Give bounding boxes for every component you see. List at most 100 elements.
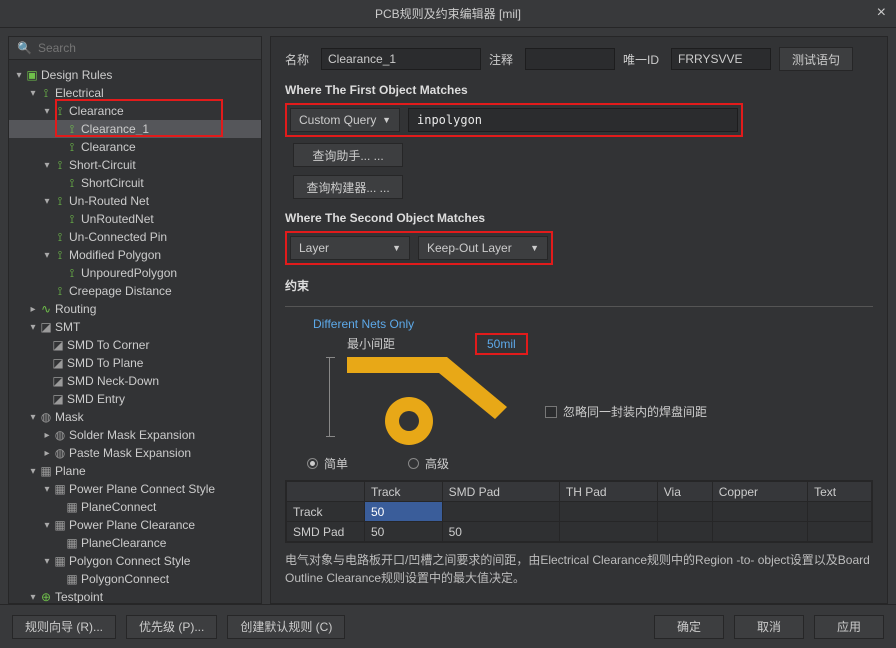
grid-cell[interactable]: [808, 502, 872, 522]
tree-plane[interactable]: ▾▦Plane: [9, 462, 261, 480]
chevron-down-icon: ▼: [530, 243, 539, 253]
dimension-line: [329, 357, 337, 437]
tree-smd-plane[interactable]: ◪SMD To Plane: [9, 354, 261, 372]
tree-short[interactable]: ▾⟟Short-Circuit: [9, 156, 261, 174]
radio-icon: [307, 458, 318, 469]
rule-wizard-button[interactable]: 规则向导 (R)...: [12, 615, 116, 639]
tree-polygonconnect[interactable]: ▦PolygonConnect: [9, 570, 261, 588]
grid-cell[interactable]: [808, 522, 872, 542]
leaf-icon: ◍: [53, 446, 67, 460]
tree-mask[interactable]: ▾◍Mask: [9, 408, 261, 426]
leaf-icon: ▦: [53, 518, 67, 532]
leaf-icon: ⟟: [65, 212, 79, 227]
grid-cell[interactable]: [657, 502, 712, 522]
ignore-checkbox[interactable]: [545, 406, 557, 418]
tree-planeconnect[interactable]: ▦PlaneConnect: [9, 498, 261, 516]
tree-solder-mask[interactable]: ▸◍Solder Mask Expansion: [9, 426, 261, 444]
uid-label: 唯一ID: [623, 51, 663, 68]
grid-row-label: Track: [287, 502, 365, 522]
tree-creepage[interactable]: ⟟Creepage Distance: [9, 282, 261, 300]
comment-input[interactable]: [525, 48, 615, 70]
second-match-mode[interactable]: Layer▼: [290, 236, 410, 260]
leaf-icon: ▦: [53, 482, 67, 496]
tree-unconnected[interactable]: ⟟Un-Connected Pin: [9, 228, 261, 246]
query-builder-button[interactable]: 查询构建器... ...: [293, 175, 403, 199]
grid-header: Track: [365, 482, 443, 502]
name-input[interactable]: [321, 48, 481, 70]
leaf-icon: ◍: [53, 428, 67, 442]
grid-cell[interactable]: [442, 502, 559, 522]
grid-cell[interactable]: 50: [365, 502, 443, 522]
search-box[interactable]: 🔍: [9, 37, 261, 60]
uid-input[interactable]: [671, 48, 771, 70]
create-defaults-button[interactable]: 创建默认规则 (C): [227, 615, 345, 639]
tree-unroutednet[interactable]: ⟟UnRoutedNet: [9, 210, 261, 228]
right-panel: 名称 注释 唯一ID 测试语句 Where The First Object M…: [270, 36, 888, 604]
clearance-visual: 最小间距 50mil 忽略同一封装内的焊盘间距: [305, 335, 873, 445]
tree-ppc[interactable]: ▾▦Power Plane Clearance: [9, 516, 261, 534]
grid-cell[interactable]: [559, 522, 657, 542]
table-row[interactable]: SMD Pad 50 50: [287, 522, 872, 542]
tree-smd-corner[interactable]: ◪SMD To Corner: [9, 336, 261, 354]
rule-icon: ⟟: [53, 248, 67, 263]
clearance-grid[interactable]: Track SMD Pad TH Pad Via Copper Text Tra…: [285, 480, 873, 543]
chevron-down-icon: ▼: [382, 115, 391, 125]
radio-icon: [408, 458, 419, 469]
grid-cell[interactable]: [712, 522, 807, 542]
tree-clearance[interactable]: ▾⟟Clearance: [9, 102, 261, 120]
tree-routing[interactable]: ▸∿Routing: [9, 300, 261, 318]
tree-unpoured[interactable]: ⟟UnpouredPolygon: [9, 264, 261, 282]
rule-tree[interactable]: ▾▣Design Rules ▾⟟Electrical ▾⟟Clearance …: [9, 60, 261, 603]
rule-icon: ◪: [39, 320, 53, 334]
leaf-icon: ◪: [51, 356, 65, 370]
rule-icon: ⟟: [53, 230, 67, 245]
leaf-icon: ⟟: [65, 140, 79, 155]
tree-testpoint[interactable]: ▾⊕Testpoint: [9, 588, 261, 603]
tree-smd-entry[interactable]: ◪SMD Entry: [9, 390, 261, 408]
tree-root[interactable]: ▾▣Design Rules: [9, 66, 261, 84]
test-query-button[interactable]: 测试语句: [779, 47, 853, 71]
mode-advanced-radio[interactable]: 高级: [408, 455, 449, 472]
dialog-footer: 规则向导 (R)... 优先级 (P)... 创建默认规则 (C) 确定 取消 …: [0, 604, 896, 648]
tree-shortcircuit[interactable]: ⟟ShortCircuit: [9, 174, 261, 192]
priority-button[interactable]: 优先级 (P)...: [126, 615, 217, 639]
grid-cell[interactable]: [712, 502, 807, 522]
grid-cell[interactable]: [559, 502, 657, 522]
cancel-button[interactable]: 取消: [734, 615, 804, 639]
tree-clearance-1[interactable]: ⟟Clearance_1: [9, 120, 261, 138]
tree-smd-neck[interactable]: ◪SMD Neck-Down: [9, 372, 261, 390]
search-input[interactable]: [38, 41, 253, 55]
tree-planeclearance[interactable]: ▦PlaneClearance: [9, 534, 261, 552]
first-match-mode[interactable]: Custom Query▼: [290, 108, 400, 132]
rule-icon: ⟟: [39, 86, 53, 101]
apply-button[interactable]: 应用: [814, 615, 884, 639]
different-nets-link[interactable]: Different Nets Only: [313, 317, 873, 331]
tree-modpoly[interactable]: ▾⟟Modified Polygon: [9, 246, 261, 264]
tree-unrouted[interactable]: ▾⟟Un-Routed Net: [9, 192, 261, 210]
table-row[interactable]: Track 50: [287, 502, 872, 522]
tree-paste-mask[interactable]: ▸◍Paste Mask Expansion: [9, 444, 261, 462]
rule-icon: ⟟: [53, 104, 67, 119]
leaf-icon: ◪: [51, 338, 65, 352]
tree-clearance-leaf[interactable]: ⟟Clearance: [9, 138, 261, 156]
leaf-icon: ⟟: [65, 122, 79, 137]
query-helper-button[interactable]: 查询助手... ...: [293, 143, 403, 167]
close-icon[interactable]: ×: [877, 4, 886, 22]
tree-pcs[interactable]: ▾▦Polygon Connect Style: [9, 552, 261, 570]
grid-row-label: SMD Pad: [287, 522, 365, 542]
folder-icon: ▣: [25, 68, 39, 82]
tree-electrical[interactable]: ▾⟟Electrical: [9, 84, 261, 102]
window-title: PCB规则及约束编辑器 [mil]: [375, 5, 521, 22]
first-match-query[interactable]: inpolygon: [408, 108, 738, 132]
grid-cell[interactable]: 50: [365, 522, 443, 542]
second-match-value[interactable]: Keep-Out Layer▼: [418, 236, 548, 260]
grid-cell[interactable]: [657, 522, 712, 542]
tree-smt[interactable]: ▾◪SMT: [9, 318, 261, 336]
ignore-same-footprint[interactable]: 忽略同一封装内的焊盘间距: [545, 403, 707, 420]
min-clearance-value[interactable]: 50mil: [475, 333, 528, 355]
rule-icon: ⟟: [53, 158, 67, 173]
ok-button[interactable]: 确定: [654, 615, 724, 639]
grid-cell[interactable]: 50: [442, 522, 559, 542]
mode-simple-radio[interactable]: 简单: [307, 455, 348, 472]
tree-ppcs[interactable]: ▾▦Power Plane Connect Style: [9, 480, 261, 498]
